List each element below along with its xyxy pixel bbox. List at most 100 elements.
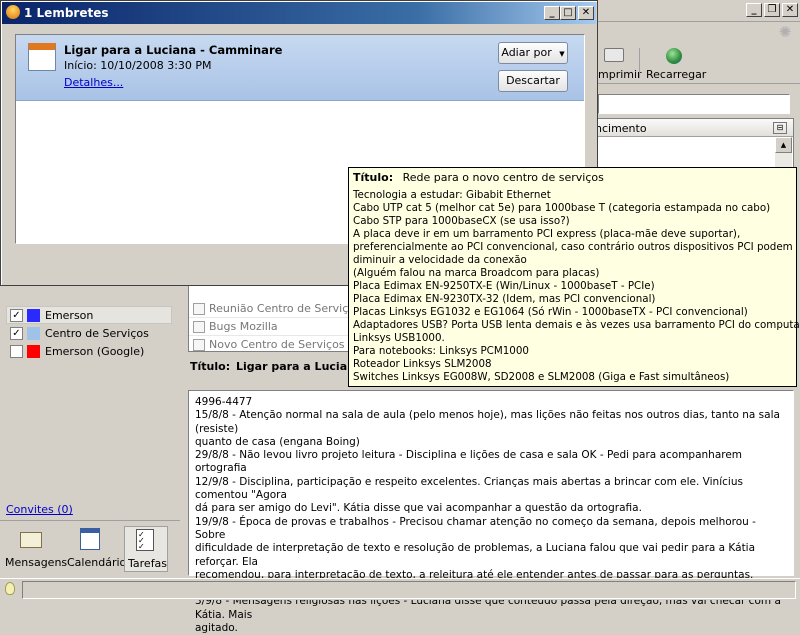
toolbar: mprimir Recarregar	[598, 42, 800, 84]
main-close-button[interactable]: ✕	[782, 3, 798, 17]
task-checkbox[interactable]	[193, 303, 205, 315]
calendar-checkbox[interactable]: ✓	[10, 309, 23, 322]
tooltip-title-label: Título:	[353, 171, 394, 184]
invites-link[interactable]: Convites (0)	[6, 503, 73, 516]
calendar-color-swatch	[27, 345, 40, 358]
tooltip-line: Para notebooks: Linksys PCM1000	[353, 345, 529, 357]
close-button[interactable]: ✕	[578, 6, 594, 20]
scroll-up-button[interactable]: ▲	[775, 137, 792, 153]
column-due-date[interactable]: ncimento	[595, 122, 647, 135]
tooltip-line: Roteador Linksys SLM2008	[353, 358, 492, 370]
task-title: Reunião Centro de Serviços	[209, 302, 361, 315]
calendar-color-swatch	[27, 309, 40, 322]
print-button[interactable]: mprimir	[598, 44, 642, 82]
notes-line: 19/9/8 - Época de provas e trabalhos - P…	[195, 515, 756, 541]
mode-calendar-button[interactable]: Calendário	[64, 526, 126, 572]
main-window-controls: _ ❐ ✕	[746, 3, 798, 19]
mode-switcher: Mensagens Calendário ✓ ✓ ✓ Tarefas	[0, 524, 180, 576]
task-title: Bugs Mozilla	[209, 320, 278, 333]
calendar-color-swatch	[27, 327, 40, 340]
notes-line: 29/8/8 - Não levou livro projeto leitura…	[195, 449, 743, 475]
calendar-item[interactable]: Emerson (Google)	[6, 342, 172, 360]
sidebar-divider	[0, 520, 180, 521]
task-tooltip: Título: Rede para o novo centro de servi…	[348, 167, 800, 387]
print-label: mprimir	[598, 68, 642, 81]
details-link[interactable]: Detalhes...	[64, 76, 123, 89]
chevron-down-icon: ▼	[559, 50, 565, 58]
main-minimize-button[interactable]: _	[746, 3, 762, 17]
tooltip-title-row: Título: Rede para o novo centro de servi…	[353, 171, 792, 189]
reminder-event-start: Início: 10/10/2008 3:30 PM	[64, 59, 212, 72]
mail-envelope-icon	[20, 532, 42, 548]
tooltip-line: Tecnologia a estudar: Gibabit Ethernet	[353, 189, 551, 201]
notes-line: dificuldade de interpretação de texto e …	[195, 542, 756, 568]
task-title: Novo Centro de Serviços	[209, 338, 345, 351]
notes-line: 15/8/8 - Atenção normal na sala de aula …	[195, 409, 780, 435]
calendar-checkbox[interactable]: ✓	[10, 327, 23, 340]
notes-line: 12/9/8 - Disciplina, participação e resp…	[195, 475, 743, 502]
tooltip-line: A placa deve ir em um barramento PCI exp…	[353, 228, 741, 240]
mode-mail-label: Mensagens	[5, 556, 68, 569]
snooze-button[interactable]: Adiar por ▼	[498, 42, 568, 64]
task-checkbox[interactable]	[193, 321, 205, 333]
toolbar-separator	[639, 48, 640, 78]
reminder-titlebar: 1 Lembretes _ □ ✕	[2, 2, 596, 24]
reminder-event-title: Ligar para a Luciana - Camminare	[64, 43, 283, 57]
reload-button[interactable]: Recarregar	[644, 44, 706, 82]
task-notes[interactable]: 4996-4477 15/8/8 - Atenção normal na sala…	[188, 390, 794, 634]
tooltip-line: Linksys USB1000.	[353, 332, 445, 344]
tooltip-line: Cabo UTP cat 5 (melhor cat 5e) para 1000…	[353, 202, 771, 214]
calendar-name: Emerson	[45, 309, 94, 322]
calendar-checkbox[interactable]	[10, 345, 23, 358]
tooltip-title-value: Rede para o novo centro de serviços	[402, 171, 604, 184]
tooltip-line: Placa Edimax EN-9230TX-32 (Idem, mas PCI…	[353, 293, 656, 305]
tooltip-line: Placas Linksys EG1032 e EG1064 (Só rWin …	[353, 306, 748, 318]
tasks-checklist-icon: ✓ ✓ ✓	[136, 529, 154, 551]
app-logo-icon	[6, 5, 20, 19]
notes-line: 4996-4477	[195, 396, 253, 408]
task-checkbox[interactable]	[193, 339, 205, 351]
tooltip-line: preferencialmente ao PCI convencional, c…	[353, 241, 793, 253]
tooltip-line: Switches Linksys EG008W, SD2008 e SLM200…	[353, 371, 730, 383]
notes-line: dá para ser amigo do Levi". Kátia disse …	[195, 502, 642, 515]
mode-tasks-button[interactable]: ✓ ✓ ✓ Tarefas	[124, 526, 168, 572]
dismiss-button[interactable]: Descartar	[498, 70, 568, 92]
tooltip-line: Adaptadores USB? Porta USB lenta demais …	[353, 319, 800, 331]
minimize-button[interactable]: _	[544, 6, 560, 20]
status-bar	[0, 578, 800, 600]
mode-mail-button[interactable]: Mensagens	[2, 526, 67, 572]
mode-tasks-label: Tarefas	[128, 557, 168, 570]
snooze-label: Adiar por	[501, 46, 552, 59]
globe-reload-icon	[666, 48, 682, 64]
left-sidebar: ✓ Emerson ✓ Centro de Serviços Emerson (Goog…	[0, 300, 180, 520]
lightbulb-icon	[5, 582, 15, 595]
calendar-name: Emerson (Google)	[45, 345, 145, 358]
detail-title-label: Título:	[190, 360, 231, 373]
filter-input[interactable]	[598, 94, 790, 114]
calendar-list: ✓ Emerson ✓ Centro de Serviços Emerson (Goog…	[6, 306, 172, 360]
calendar-grid-icon	[80, 528, 100, 550]
mode-calendar-label: Calendário	[67, 556, 127, 569]
activity-throbber-icon: ✺	[778, 23, 792, 41]
tooltip-line: Cabo STP para 1000baseCX (se usa isso?)	[353, 215, 570, 227]
reminder-title: 1 Lembretes	[24, 6, 109, 20]
detail-title-value: Ligar para a Luciana	[236, 360, 363, 373]
dismiss-label: Descartar	[506, 74, 560, 87]
notes-line: agitado.	[195, 622, 238, 635]
calendar-item[interactable]: ✓ Emerson	[6, 306, 172, 324]
reminder-item[interactable]: Ligar para a Luciana - Camminare Início:…	[16, 35, 584, 101]
notes-line: quanto de casa (engana Boing)	[195, 435, 360, 448]
column-picker-icon[interactable]: ⊟	[773, 122, 787, 134]
calendar-item[interactable]: ✓ Centro de Serviços	[6, 324, 172, 342]
reload-label: Recarregar	[646, 68, 707, 81]
maximize-button[interactable]: □	[560, 6, 576, 20]
tooltip-line: Placa Edimax EN-9250TX-E (Win/Linux - 10…	[353, 280, 655, 292]
main-restore-button[interactable]: ❐	[764, 3, 780, 17]
tooltip-description: Tecnologia a estudar: Gibabit Ethernet Ca…	[353, 189, 800, 384]
tooltip-line: diminuir a velocidade da conexão	[353, 254, 527, 266]
calendar-name: Centro de Serviços	[45, 327, 149, 340]
printer-icon	[604, 48, 624, 62]
calendar-event-icon	[28, 43, 56, 71]
status-text-panel	[22, 581, 796, 599]
tooltip-line: (Alguém falou na marca Broadcom para pla…	[353, 267, 600, 279]
